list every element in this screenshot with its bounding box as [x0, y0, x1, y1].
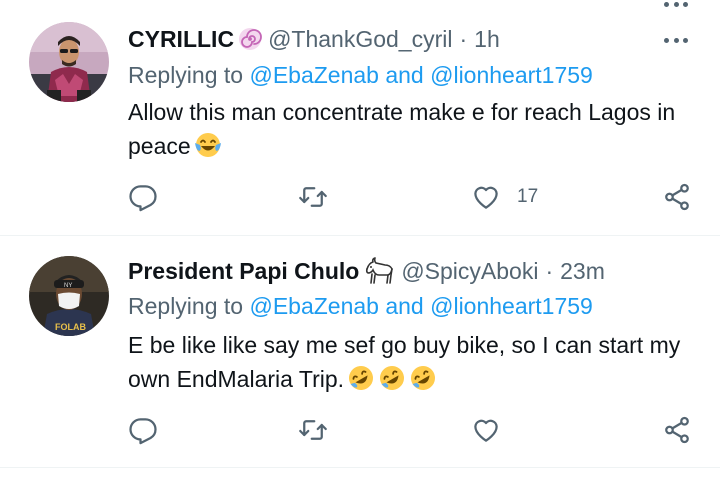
replying-to-mentions[interactable]: @EbaZenab and @lionheart1759	[249, 293, 592, 319]
retweet-icon	[299, 420, 327, 440]
replying-to: Replying to @EbaZenab and @lionheart1759	[128, 293, 593, 320]
display-name[interactable]: CYRILLIC	[128, 26, 234, 53]
rolling-laughing-emoji-icon	[378, 364, 406, 401]
tweet[interactable]: FOLAB NY President Papi Chulo @SpicyAbok…	[0, 236, 720, 468]
like-count: 17	[517, 186, 539, 207]
replying-to-label: Replying to	[128, 293, 244, 319]
display-name[interactable]: President Papi Chulo	[128, 258, 359, 285]
tweet-header: President Papi Chulo @SpicyAboki · 23m	[128, 254, 700, 288]
replying-to: Replying to @EbaZenab and @lionheart1759	[128, 62, 593, 89]
retweet-button[interactable]	[298, 180, 328, 214]
replying-to-label: Replying to	[128, 62, 244, 88]
heart-icon	[474, 419, 498, 442]
reply-icon	[129, 185, 157, 212]
tweet-text: Allow this man concentrate make e for re…	[128, 95, 708, 168]
more-icon[interactable]	[664, 0, 688, 8]
timestamp[interactable]: 23m	[560, 258, 605, 285]
like-button[interactable]: 17	[471, 180, 538, 214]
more-icon[interactable]	[664, 36, 688, 44]
separator-dot: ·	[545, 257, 554, 284]
reply-icon	[129, 418, 157, 445]
tweet-divider	[0, 467, 720, 468]
swirl-emoji-icon	[238, 27, 262, 51]
avatar[interactable]	[29, 22, 109, 102]
user-handle[interactable]: @ThankGod_cyril	[268, 26, 452, 53]
avatar[interactable]: FOLAB NY	[29, 256, 109, 336]
svg-text:NY: NY	[64, 283, 72, 289]
replying-to-mentions[interactable]: @EbaZenab and @lionheart1759	[249, 62, 592, 88]
reply-feed: CYRILLIC @ThankGod_cyril · 1h Replying t…	[0, 0, 720, 483]
rolling-laughing-emoji-icon	[409, 364, 437, 401]
share-button[interactable]	[662, 180, 692, 214]
tweet-text: E be like like say me sef go buy bike, s…	[128, 328, 708, 401]
reply-button[interactable]	[128, 413, 158, 447]
share-button[interactable]	[662, 413, 692, 447]
tweet[interactable]: CYRILLIC @ThankGod_cyril · 1h Replying t…	[0, 0, 720, 235]
retweet-button[interactable]	[298, 413, 328, 447]
share-icon	[665, 416, 689, 444]
goat-emoji-icon	[363, 257, 395, 285]
separator-dot: ·	[459, 25, 468, 52]
svg-text:FOLAB: FOLAB	[55, 322, 86, 332]
heart-icon	[474, 186, 498, 209]
retweet-icon	[299, 187, 327, 207]
tweet-actions: 17	[128, 180, 698, 214]
user-avatar-icon: FOLAB NY	[29, 256, 109, 336]
rolling-laughing-emoji-icon	[347, 364, 375, 401]
user-avatar-icon	[29, 22, 109, 102]
like-button[interactable]	[471, 413, 517, 447]
user-handle[interactable]: @SpicyAboki	[401, 258, 538, 285]
tweet-actions	[128, 413, 698, 447]
tweet-header: CYRILLIC @ThankGod_cyril · 1h	[128, 22, 700, 56]
tears-of-joy-emoji-icon	[194, 131, 222, 168]
share-icon	[665, 183, 689, 211]
timestamp[interactable]: 1h	[474, 26, 500, 53]
reply-button[interactable]	[128, 180, 158, 214]
